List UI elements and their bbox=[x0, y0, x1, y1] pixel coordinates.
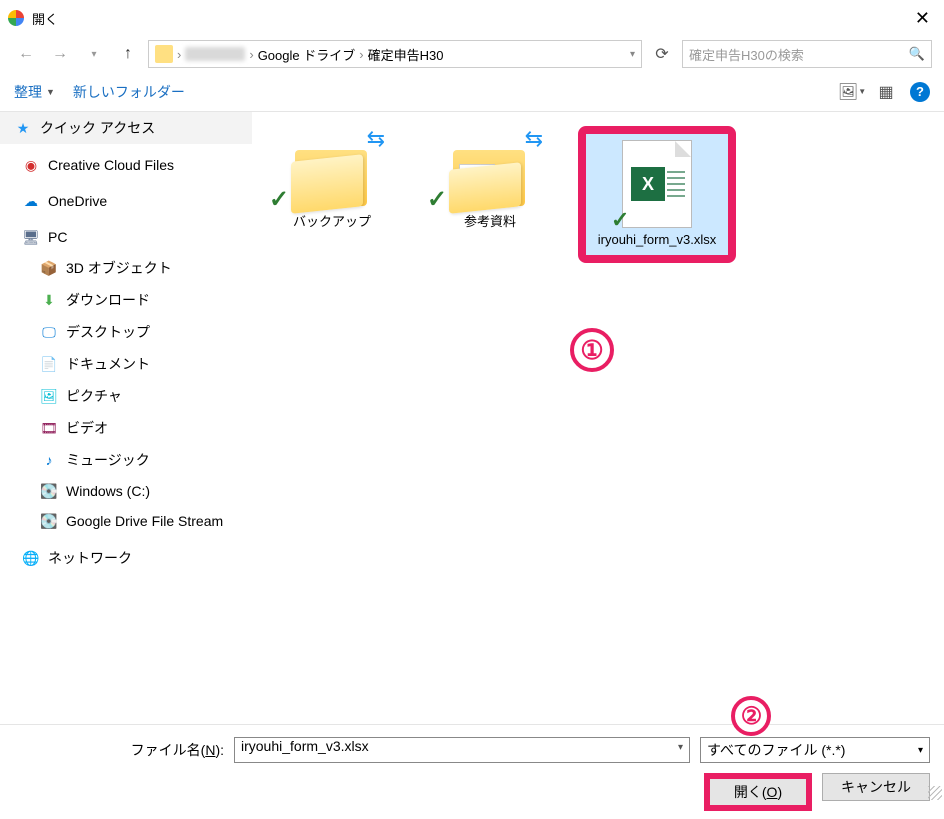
chrome-icon bbox=[8, 10, 24, 26]
cube-icon: 📦 bbox=[40, 259, 58, 277]
sidebar-item-documents[interactable]: 📄 ドキュメント bbox=[0, 348, 252, 380]
file-label: バックアップ bbox=[293, 214, 371, 231]
creative-cloud-icon: ◉ bbox=[22, 156, 40, 174]
forward-icon: → bbox=[46, 40, 74, 68]
view-thumbnails-icon[interactable]: 🖼▼ bbox=[842, 82, 862, 102]
sidebar-label: デスクトップ bbox=[66, 322, 150, 342]
breadcrumb-seg-2[interactable]: 確定申告H30 bbox=[368, 45, 444, 64]
title-bar: 開く ✕ bbox=[0, 0, 944, 36]
check-icon: ✓ bbox=[269, 185, 289, 214]
file-item-xlsx-selected[interactable]: X ✓ iryouhi_form_v3.xlsx bbox=[578, 126, 736, 263]
new-folder-button[interactable]: 新しいフォルダー bbox=[73, 82, 185, 102]
folder-icon: ⇆ ✓ bbox=[287, 130, 377, 210]
folder-icon bbox=[155, 45, 173, 63]
resize-grip-icon[interactable] bbox=[928, 786, 942, 800]
file-label: 参考資料 bbox=[464, 214, 516, 231]
filename-input[interactable]: iryouhi_form_v3.xlsx ▾ bbox=[234, 737, 690, 763]
back-icon[interactable]: ← bbox=[12, 40, 40, 68]
sidebar-label: ダウンロード bbox=[66, 290, 150, 310]
chevron-right-icon: › bbox=[175, 47, 183, 62]
nav-bar: ← → ▾ ↑ › › Google ドライブ › 確定申告H30 ▾ ⟳ 確定… bbox=[0, 36, 944, 72]
chevron-down-icon[interactable]: ▾ bbox=[918, 745, 923, 756]
chevron-down-icon[interactable]: ▾ bbox=[630, 49, 635, 60]
sidebar-item-desktop[interactable]: 🖵 デスクトップ bbox=[0, 316, 252, 348]
sidebar-item-creative-cloud[interactable]: ◉ Creative Cloud Files bbox=[0, 150, 252, 180]
sidebar-item-pc[interactable]: 🖥 PC bbox=[0, 222, 252, 252]
window-title: 開く bbox=[32, 9, 909, 28]
sidebar-item-music[interactable]: ♪ ミュージック bbox=[0, 444, 252, 476]
sidebar-item-network[interactable]: 🌐 ネットワーク bbox=[0, 542, 252, 574]
filename-label: ファイル名(N): bbox=[14, 740, 224, 760]
file-label: iryouhi_form_v3.xlsx bbox=[598, 232, 717, 249]
sidebar-item-pictures[interactable]: 🖼 ピクチャ bbox=[0, 380, 252, 412]
documents-icon: 📄 bbox=[40, 355, 58, 373]
toolbar: 整理▼ 新しいフォルダー 🖼▼ ▦ ? bbox=[0, 72, 944, 112]
sidebar-item-videos[interactable]: 🎞 ビデオ bbox=[0, 412, 252, 444]
sidebar-label: Google Drive File Stream bbox=[66, 513, 223, 529]
refresh-icon[interactable]: ⟳ bbox=[648, 40, 676, 68]
music-icon: ♪ bbox=[40, 451, 58, 469]
folder-item-refs[interactable]: 人 ⇆ ✓ 参考資料 bbox=[420, 126, 560, 235]
chevron-right-icon: › bbox=[357, 47, 365, 62]
footer: ファイル名(N): iryouhi_form_v3.xlsx ▾ すべてのフ②ァ… bbox=[0, 724, 944, 819]
help-icon[interactable]: ? bbox=[910, 82, 930, 102]
callout-2: ② bbox=[731, 696, 771, 736]
check-icon: ✓ bbox=[611, 207, 629, 233]
filename-value: iryouhi_form_v3.xlsx bbox=[241, 738, 369, 754]
filetype-select[interactable]: すべてのフ②ァイル (*.*) ▾ bbox=[700, 737, 930, 763]
sidebar-label: クイック アクセス bbox=[40, 118, 155, 138]
file-list[interactable]: ⇆ ✓ バックアップ 人 ⇆ ✓ 参考資料 X ✓ iryouhi_form_v… bbox=[252, 112, 944, 724]
callout-1: ① bbox=[570, 328, 614, 372]
network-icon: 🌐 bbox=[22, 549, 40, 567]
cancel-button[interactable]: キャンセル bbox=[822, 773, 930, 801]
sidebar-label: ミュージック bbox=[66, 450, 150, 470]
breadcrumb-seg-1[interactable]: Google ドライブ bbox=[258, 45, 356, 64]
sidebar-item-3d-objects[interactable]: 📦 3D オブジェクト bbox=[0, 252, 252, 284]
sidebar-label: ピクチャ bbox=[66, 386, 122, 406]
organize-button[interactable]: 整理▼ bbox=[14, 82, 55, 102]
sidebar-label: OneDrive bbox=[48, 193, 107, 209]
sidebar-item-onedrive[interactable]: ☁ OneDrive bbox=[0, 186, 252, 216]
breadcrumb-seg-blurred[interactable] bbox=[185, 47, 245, 61]
sidebar-label: 3D オブジェクト bbox=[66, 258, 172, 278]
view-details-icon[interactable]: ▦ bbox=[876, 82, 896, 102]
excel-file-icon: X ✓ bbox=[622, 140, 692, 228]
drive-icon: 💽 bbox=[40, 482, 58, 500]
desktop-icon: 🖵 bbox=[40, 323, 58, 341]
sidebar-label: ドキュメント bbox=[66, 354, 150, 374]
pictures-icon: 🖼 bbox=[40, 387, 58, 405]
search-placeholder: 確定申告H30の検索 bbox=[689, 45, 804, 64]
pc-icon: 🖥 bbox=[22, 228, 40, 246]
check-icon: ✓ bbox=[427, 185, 447, 214]
main-area: ★ クイック アクセス ◉ Creative Cloud Files ☁ One… bbox=[0, 112, 944, 724]
search-input[interactable]: 確定申告H30の検索 🔍 bbox=[682, 40, 932, 68]
chevron-right-icon: › bbox=[247, 47, 255, 62]
chevron-down-icon[interactable]: ▾ bbox=[678, 742, 683, 753]
folder-icon: 人 ⇆ ✓ bbox=[445, 130, 535, 210]
sidebar-item-google-drive[interactable]: 💽 Google Drive File Stream bbox=[0, 506, 252, 536]
sidebar-item-quick-access[interactable]: ★ クイック アクセス bbox=[0, 112, 252, 144]
sidebar-item-c-drive[interactable]: 💽 Windows (C:) bbox=[0, 476, 252, 506]
onedrive-icon: ☁ bbox=[22, 192, 40, 210]
sidebar-label: Windows (C:) bbox=[66, 483, 150, 499]
breadcrumb[interactable]: › › Google ドライブ › 確定申告H30 ▾ bbox=[148, 40, 642, 68]
open-button[interactable]: 開く(O) bbox=[704, 773, 812, 811]
videos-icon: 🎞 bbox=[40, 419, 58, 437]
sidebar-label: PC bbox=[48, 229, 67, 245]
sidebar-label: ネットワーク bbox=[48, 548, 132, 568]
close-icon[interactable]: ✕ bbox=[909, 8, 936, 29]
search-icon[interactable]: 🔍 bbox=[909, 46, 925, 62]
sidebar-label: ビデオ bbox=[66, 418, 108, 438]
drive-icon: 💽 bbox=[40, 512, 58, 530]
recent-dropdown-icon[interactable]: ▾ bbox=[80, 40, 108, 68]
sidebar-label: Creative Cloud Files bbox=[48, 157, 174, 173]
folder-item-backup[interactable]: ⇆ ✓ バックアップ bbox=[262, 126, 402, 235]
star-icon: ★ bbox=[14, 119, 32, 137]
sidebar-item-downloads[interactable]: ⬇ ダウンロード bbox=[0, 284, 252, 316]
sync-icon: ⇆ bbox=[367, 126, 385, 152]
sync-icon: ⇆ bbox=[525, 126, 543, 152]
download-icon: ⬇ bbox=[40, 291, 58, 309]
up-icon[interactable]: ↑ bbox=[114, 40, 142, 68]
sidebar: ★ クイック アクセス ◉ Creative Cloud Files ☁ One… bbox=[0, 112, 252, 724]
